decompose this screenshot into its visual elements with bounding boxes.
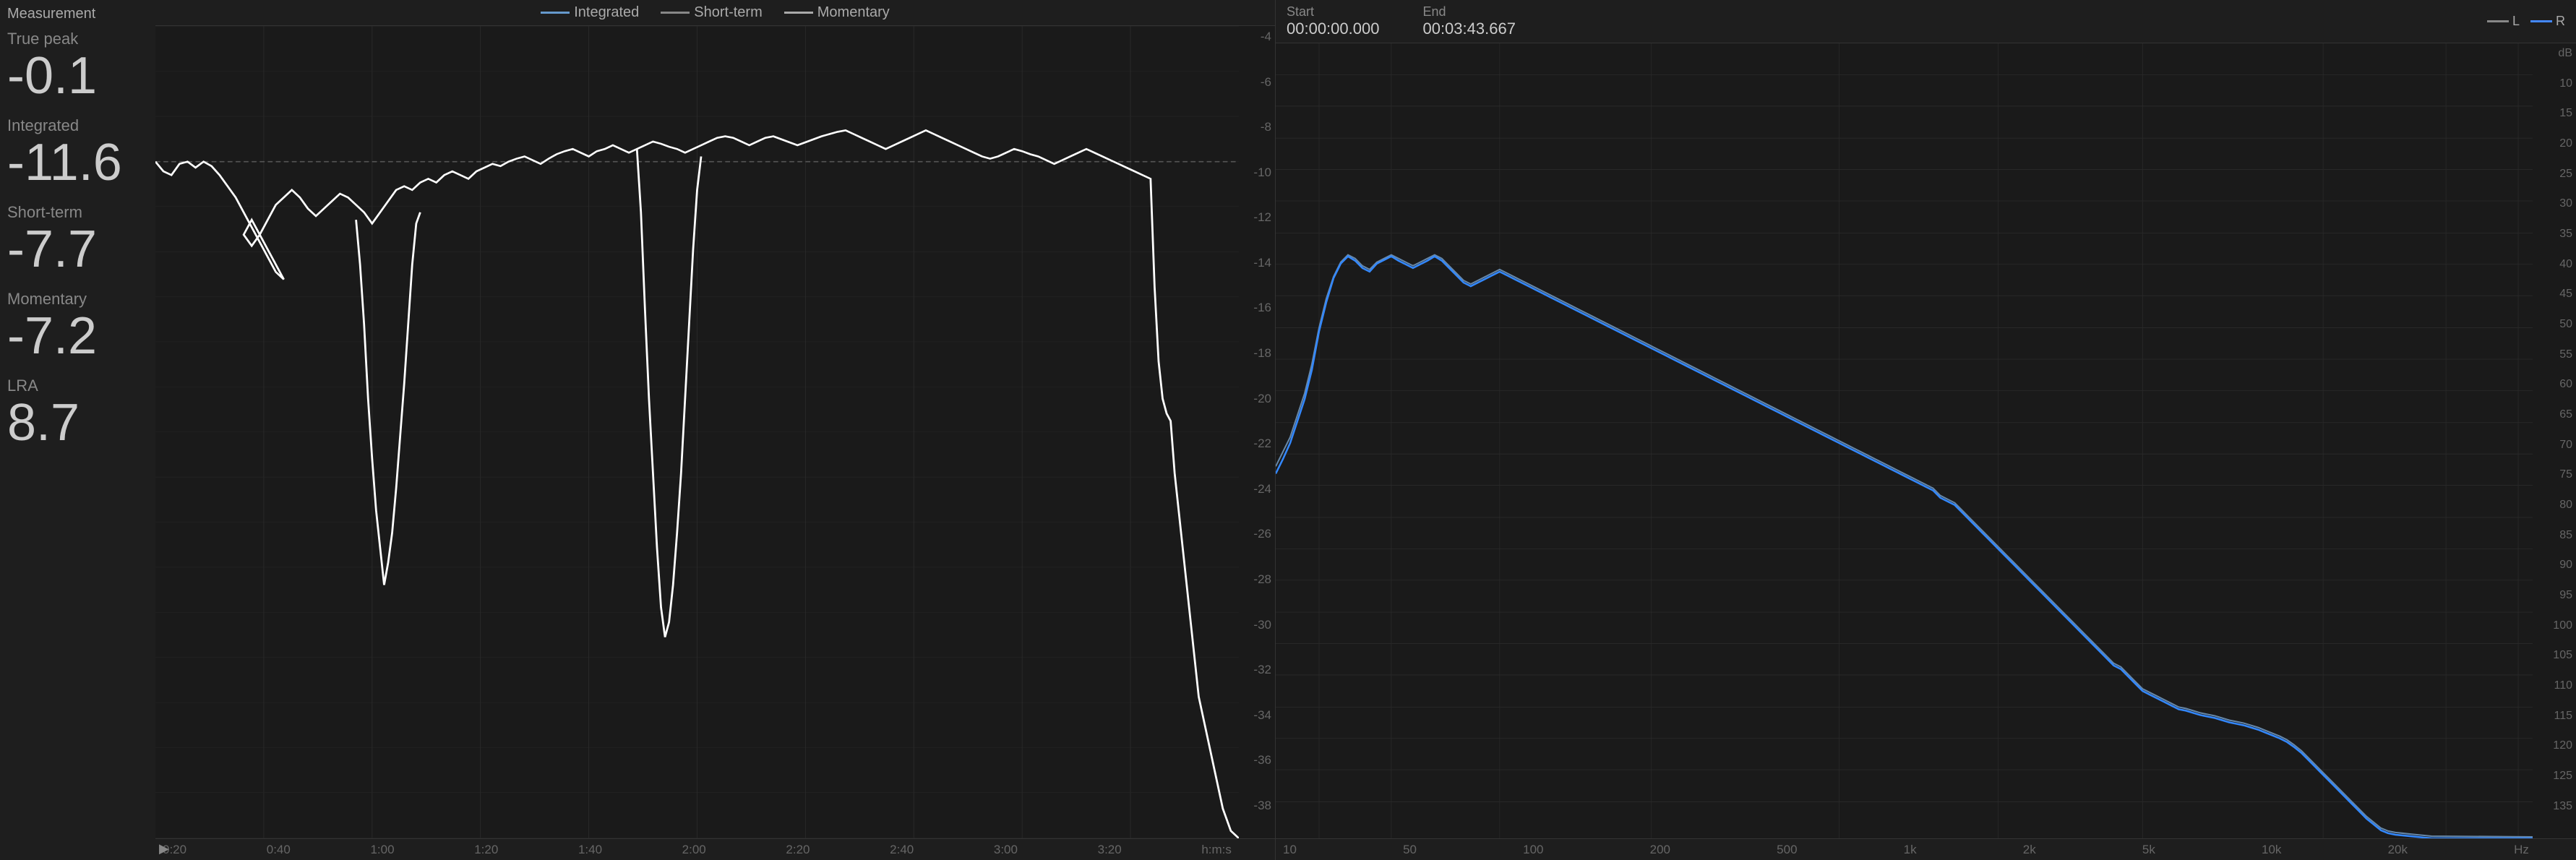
lra-label: LRA [7,377,148,395]
freq-y-axis: dB 10 15 20 25 30 35 40 45 50 55 60 65 7… [2533,43,2576,817]
legend-momentary-label: Momentary [817,4,890,21]
true-peak-value: -0.1 [7,50,148,102]
start-label: Start [1287,4,1379,20]
end-value: 00:03:43.667 [1422,20,1515,38]
short-term-label: Short-term [7,203,148,222]
channel-L: L [2487,14,2520,29]
waveform-x-labels: 0:20 0:40 1:00 1:20 1:40 2:00 2:20 2:40 … [155,843,1239,857]
legend-integrated-label: Integrated [574,4,639,21]
freq-svg [1276,43,2533,838]
frequency-panel: Start 00:00:00.000 End 00:03:43.667 L R [1275,0,2576,860]
start-value: 00:00:00.000 [1287,20,1379,38]
integrated-value: -11.6 [7,137,148,189]
integrated-block: Integrated -11.6 [7,116,148,189]
momentary-line-icon [784,12,813,14]
short-term-block: Short-term -7.7 [7,203,148,275]
legend-integrated: Integrated [541,4,639,21]
true-peak-block: True peak -0.1 [7,30,148,102]
integrated-line-icon [541,12,570,14]
lra-block: LRA 8.7 [7,377,148,449]
short-term-line-icon [661,12,690,14]
end-label: End [1422,4,1515,20]
channel-legend: L R [2487,14,2565,29]
waveform-svg [155,26,1239,838]
waveform-panel: Integrated Short-term Momentary [155,0,1275,860]
freq-chart-area: dB 10 15 20 25 30 35 40 45 50 55 60 65 7… [1276,43,2576,838]
channel-L-label: L [2512,14,2520,29]
play-button[interactable]: ▶ [159,841,169,856]
legend-momentary: Momentary [784,4,890,21]
lra-value: 8.7 [7,397,148,449]
channel-R-label: R [2556,14,2565,29]
momentary-label: Momentary [7,290,148,309]
waveform-chart-area: -4 -6 -8 -10 -12 -14 -16 -18 -20 -22 -24… [155,26,1275,838]
integrated-label: Integrated [7,116,148,135]
left-metrics-panel: Measurement True peak -0.1 Integrated -1… [0,0,155,860]
waveform-legend: Integrated Short-term Momentary [155,0,1275,26]
legend-short-term: Short-term [661,4,762,21]
freq-header: Start 00:00:00.000 End 00:03:43.667 L R [1276,0,2576,43]
start-time-block: Start 00:00:00.000 [1287,4,1379,38]
waveform-y-axis: -4 -6 -8 -10 -12 -14 -16 -18 -20 -22 -24… [1239,26,1275,817]
short-term-value: -7.7 [7,223,148,275]
momentary-value: -7.2 [7,310,148,362]
measurement-title: Measurement [7,6,148,22]
channel-L-icon [2487,20,2509,22]
true-peak-label: True peak [7,30,148,48]
waveform-x-axis: ▶ 0:20 0:40 1:00 1:20 1:40 2:00 2:20 2:4… [155,838,1275,860]
freq-x-labels: 10 50 100 200 500 1k 2k 5k 10k 20k Hz [1276,843,2576,857]
channel-R: R [2530,14,2565,29]
freq-x-axis: 10 50 100 200 500 1k 2k 5k 10k 20k Hz [1276,838,2576,860]
channel-R-icon [2530,20,2552,22]
end-time-block: End 00:03:43.667 [1422,4,1515,38]
momentary-block: Momentary -7.2 [7,290,148,362]
freq-time-info: Start 00:00:00.000 End 00:03:43.667 [1287,4,1516,38]
legend-short-term-label: Short-term [694,4,762,21]
